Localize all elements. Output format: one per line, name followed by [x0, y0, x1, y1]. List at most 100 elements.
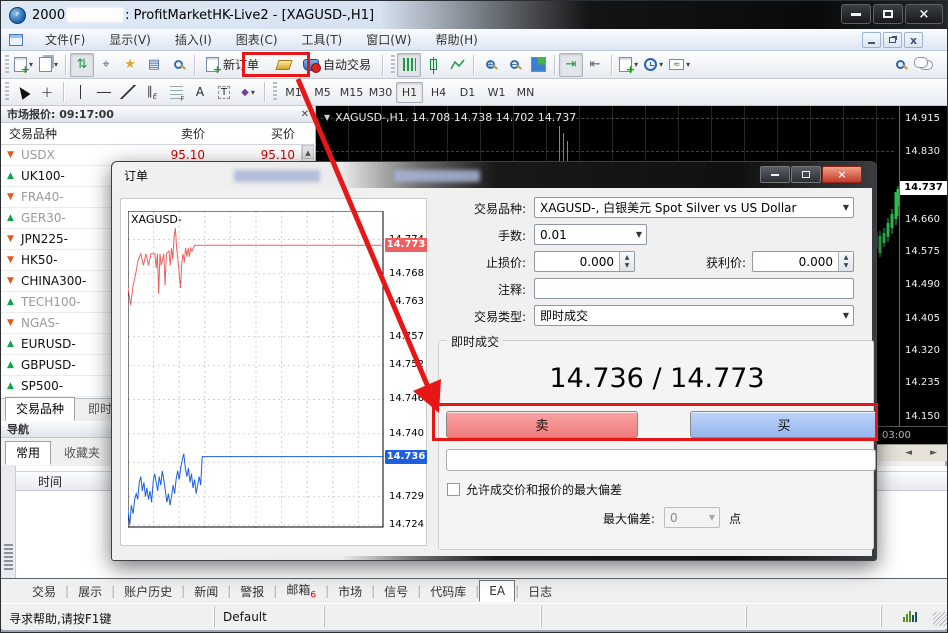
bar-chart-button[interactable]: [397, 53, 421, 77]
data-window-button[interactable]: ⌖: [94, 53, 118, 77]
bottom-tab-交易[interactable]: 交易: [23, 580, 65, 603]
bottom-tab-新闻[interactable]: 新闻: [185, 580, 227, 603]
strategy-tester-button[interactable]: [166, 53, 190, 77]
vertical-line-tool-button[interactable]: [68, 80, 92, 104]
chart-shift-button[interactable]: ⇤: [583, 53, 607, 77]
auto-trading-icon: [303, 59, 319, 71]
max-deviation-select[interactable]: 0▼: [664, 507, 720, 528]
zoom-in-button[interactable]: +: [478, 53, 502, 77]
text-tool-button[interactable]: A: [188, 80, 212, 104]
menu-item-3[interactable]: 图表(C): [224, 29, 290, 50]
new-order-icon: +: [206, 57, 219, 72]
menu-item-0[interactable]: 文件(F): [33, 29, 97, 50]
tab-交易品种[interactable]: 交易品种: [5, 397, 75, 421]
tile-windows-button[interactable]: [526, 53, 550, 77]
bottom-tab-信号[interactable]: 信号: [375, 580, 417, 603]
periods-button[interactable]: ▾: [641, 53, 666, 77]
scroll-left-icon[interactable]: ◄: [905, 448, 912, 458]
indicators-button[interactable]: +▾: [616, 53, 641, 77]
child-minimize-button[interactable]: [862, 32, 881, 48]
navigator-toggle-button[interactable]: ★: [118, 53, 142, 77]
toolbar-grip[interactable]: [5, 82, 9, 102]
terminal-grip[interactable]: [1, 466, 16, 578]
bottom-tab-代码库[interactable]: 代码库: [421, 580, 475, 603]
timeframe-m1[interactable]: M1: [280, 82, 307, 103]
bottom-tab-EA[interactable]: EA: [479, 580, 515, 602]
dialog-minimize-button[interactable]: [760, 166, 790, 183]
shapes-tool-button[interactable]: ◆▾: [236, 80, 260, 104]
bottom-tab-日志[interactable]: 日志: [519, 580, 561, 603]
bid-price: 95.10: [129, 148, 205, 162]
timeframe-h4[interactable]: H4: [425, 82, 452, 103]
take-profit-input[interactable]: 0.000▲▼: [752, 251, 854, 272]
timeframe-h1[interactable]: H1: [396, 82, 423, 103]
community-chat-icon[interactable]: [919, 60, 933, 70]
timeframe-d1[interactable]: D1: [454, 82, 481, 103]
symbol-select[interactable]: XAGUSD-, 白银美元 Spot Silver vs US Dollar▼: [534, 197, 854, 218]
crosshair-tool-button[interactable]: +: [35, 80, 59, 104]
price-scale-label: 14.575: [905, 246, 940, 257]
menu-item-1[interactable]: 显示(V): [97, 29, 163, 50]
resize-grip[interactable]: [933, 612, 947, 626]
dialog-close-button[interactable]: ×: [822, 166, 862, 183]
line-chart-icon: [450, 58, 465, 71]
toolbar-grip[interactable]: [5, 55, 9, 75]
panel-close-icon[interactable]: ✕: [301, 109, 309, 120]
bottom-tab-警报[interactable]: 警报: [231, 580, 273, 603]
bottom-tab-市场[interactable]: 市场: [329, 580, 371, 603]
window-maximize-button[interactable]: [873, 4, 903, 24]
window-minimize-button[interactable]: [841, 4, 871, 24]
timeframe-w1[interactable]: W1: [483, 82, 510, 103]
tick-scale-label: 14.763: [389, 296, 429, 307]
search-icon[interactable]: [896, 60, 905, 69]
zoom-out-button[interactable]: −: [502, 53, 526, 77]
dialog-maximize-button[interactable]: [791, 166, 821, 183]
tick-scale-label: 14.740: [389, 428, 429, 439]
bid-ask-price: 14.736 / 14.773: [439, 363, 875, 394]
order-dialog-titlebar[interactable]: 订单 ×: [112, 162, 876, 188]
scroll-right-icon[interactable]: ►: [930, 448, 937, 458]
nav-tab-常用[interactable]: 常用: [5, 441, 51, 465]
timeframe-m30[interactable]: M30: [367, 82, 394, 103]
buy-button[interactable]: 买: [690, 411, 878, 438]
new-chart-button[interactable]: +▾: [11, 53, 36, 77]
child-close-button[interactable]: x: [904, 32, 923, 48]
market-watch-toggle-button[interactable]: ⇅: [70, 53, 94, 77]
timeframe-mn[interactable]: MN: [512, 82, 539, 103]
templates-button[interactable]: ≈▾: [666, 53, 693, 77]
volume-select[interactable]: 0.01▼: [534, 224, 647, 245]
auto-scroll-button[interactable]: ⇥: [559, 53, 583, 77]
timeframe-m15[interactable]: M15: [338, 82, 365, 103]
bottom-tab-账户历史[interactable]: 账户历史: [115, 580, 181, 603]
nav-tab-收藏夹[interactable]: 收藏夹: [53, 441, 111, 465]
terminal-toggle-button[interactable]: ▤: [142, 53, 166, 77]
horizontal-line-tool-button[interactable]: [92, 80, 116, 104]
candlestick-chart-button[interactable]: [421, 53, 445, 77]
auto-trading-button[interactable]: 自动交易: [296, 53, 378, 77]
child-restore-button[interactable]: [883, 32, 902, 48]
order-type-select[interactable]: 即时成交▼: [534, 305, 854, 326]
sell-button[interactable]: 卖: [446, 411, 638, 438]
timeframe-m5[interactable]: M5: [309, 82, 336, 103]
comment-input[interactable]: [534, 278, 854, 299]
channel-tool-button[interactable]: ∥E: [140, 80, 164, 104]
profiles-button[interactable]: ▾: [36, 53, 61, 77]
history-center-button[interactable]: [272, 53, 296, 77]
cursor-tool-button[interactable]: [11, 80, 35, 104]
bottom-tab-展示[interactable]: 展示: [69, 580, 111, 603]
menu-item-5[interactable]: 窗口(W): [354, 29, 423, 50]
new-order-button[interactable]: + 新订单: [199, 53, 266, 77]
bottom-tab-邮箱[interactable]: 邮箱6: [277, 578, 325, 603]
fibonacci-tool-button[interactable]: [164, 80, 188, 104]
window-close-button[interactable]: ×: [905, 4, 943, 24]
line-chart-button[interactable]: [445, 53, 469, 77]
deviation-checkbox[interactable]: [447, 483, 460, 496]
status-profile[interactable]: Default: [214, 606, 324, 627]
trendline-tool-button[interactable]: [116, 80, 140, 104]
scroll-up-icon[interactable]: ▲: [302, 145, 314, 159]
menu-item-6[interactable]: 帮助(H): [423, 29, 489, 50]
menu-item-4[interactable]: 工具(T): [290, 29, 355, 50]
text-label-tool-button[interactable]: T: [212, 80, 236, 104]
menu-item-2[interactable]: 插入(I): [163, 29, 224, 50]
order-type-label: 交易类型:: [366, 308, 526, 325]
